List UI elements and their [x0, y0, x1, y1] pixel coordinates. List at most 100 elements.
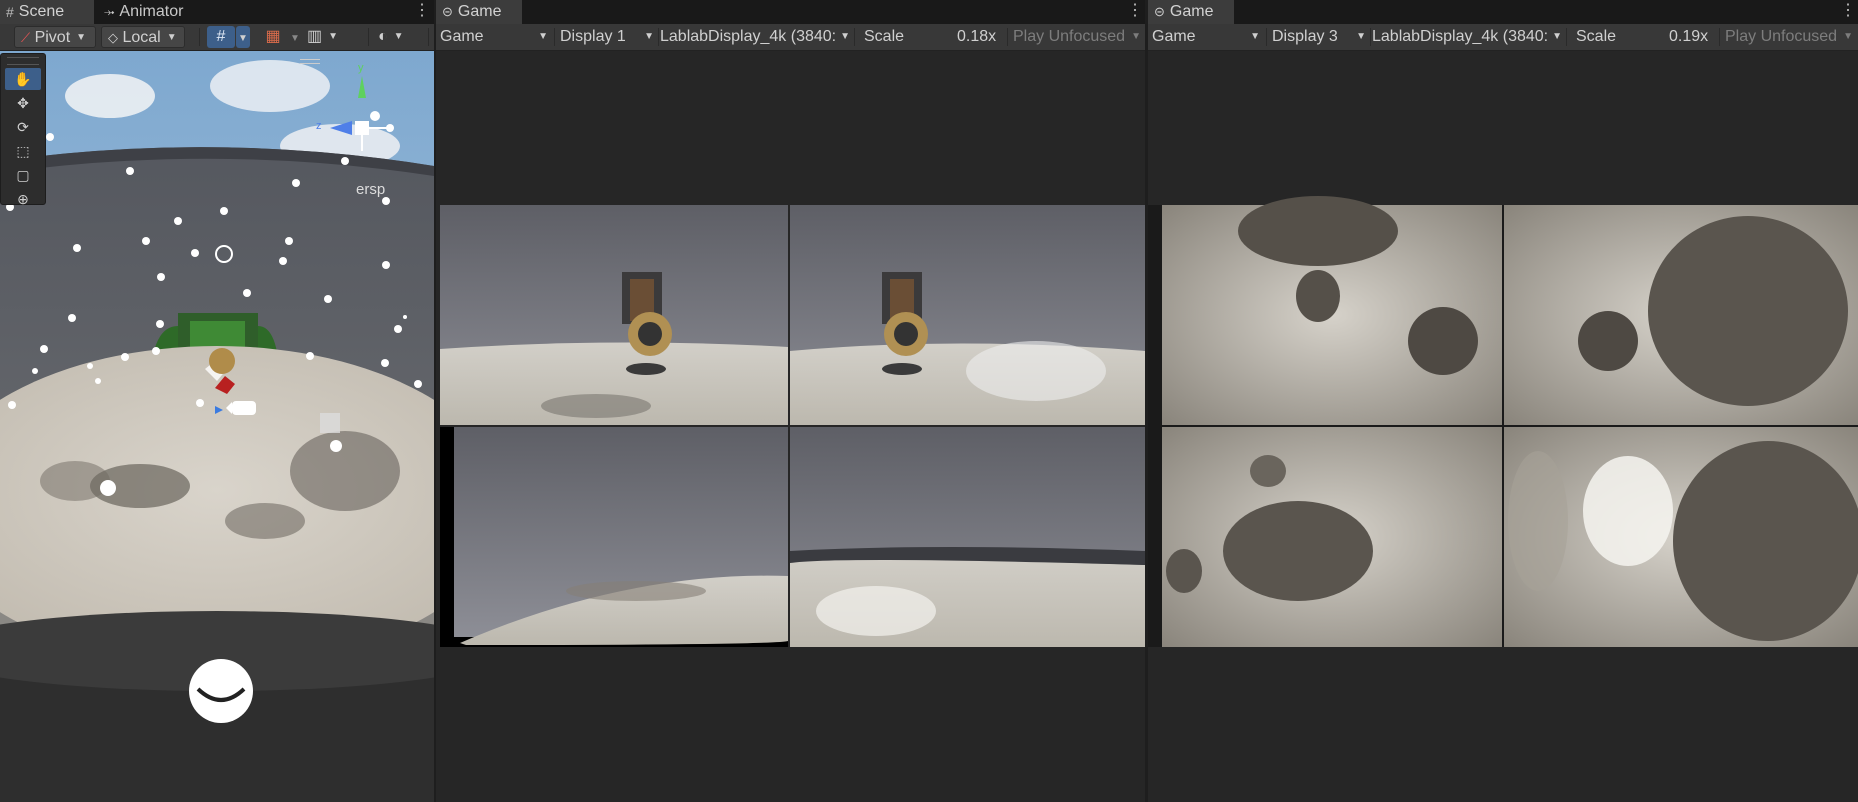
- tab-scene[interactable]: # Scene: [0, 0, 94, 24]
- ruler-icon: ▥: [307, 28, 323, 45]
- chevron-down-icon: ▼: [1356, 31, 1366, 42]
- game2-menu-kebab-icon[interactable]: ⋮: [1840, 0, 1856, 24]
- hash-grid-icon: #: [6, 4, 14, 20]
- chevron-down-icon: ▼: [840, 26, 850, 48]
- scale-icon: ⬚: [16, 143, 30, 159]
- chevron-down-icon: ▼: [538, 31, 548, 42]
- tab-animator-label: Animator: [119, 3, 184, 20]
- chevron-down-icon: ▼: [328, 31, 339, 42]
- tab-game-1-label: Game: [457, 3, 502, 20]
- toolbar-divider: [1266, 28, 1267, 46]
- scene-panel: # Scene ⤞ Animator ⋮ ⟋ Pivot ▼ ◇ Local ▼ #…: [0, 0, 434, 802]
- transform-tool-button[interactable]: ⊕: [5, 188, 41, 210]
- pivot-dropdown[interactable]: ⟋ Pivot ▼: [14, 26, 96, 48]
- move-tool-button[interactable]: ✥: [5, 92, 41, 114]
- scene-menu-kebab-icon[interactable]: ⋮: [414, 0, 430, 24]
- toolbar-divider: [428, 28, 429, 46]
- game2-toolbar: Game ▼ Display 3 ▼ LablabDisplay_4k (384…: [1148, 24, 1858, 66]
- pivot-label: Pivot: [34, 29, 71, 46]
- tab-game-2[interactable]: ⊝ Game: [1148, 0, 1234, 24]
- chevron-down-icon: ▼: [238, 33, 248, 44]
- game1-toolbar: Game ▼ Display 1 ▼ LablabDisplay_4k (384…: [436, 24, 1145, 66]
- toolbar-divider: [1566, 28, 1567, 46]
- chevron-down-icon: ▼: [1250, 31, 1260, 42]
- gizmo-y-label: y: [358, 62, 364, 74]
- projection-label[interactable]: ersp: [356, 181, 385, 198]
- animator-icon: ⤞: [104, 4, 115, 19]
- grid-icon: ▦: [265, 28, 281, 45]
- gizmo-handle-icon[interactable]: [300, 59, 320, 64]
- transform-gizmo-icon: ⊕: [17, 191, 29, 207]
- chevron-down-icon: ▼: [1843, 31, 1853, 42]
- game2-mode-label: Game: [1152, 28, 1196, 45]
- game-panel-2: ⊝ Game ⋮ Game ▼ Display 3 ▼ LablabDispla…: [1148, 0, 1858, 802]
- game1-mode-label: Game: [440, 28, 484, 45]
- game2-mode-dropdown[interactable]: Game ▼: [1152, 26, 1262, 48]
- cube-icon: ◇: [108, 30, 118, 45]
- toolbar-divider: [854, 28, 855, 46]
- chevron-down-icon: ▼: [166, 32, 177, 43]
- draw-mode-dropdown[interactable]: ◐ ▼: [378, 26, 422, 48]
- game1-resolution-dropdown[interactable]: LablabDisplay_4k (3840: ▼: [660, 26, 850, 48]
- toolbar-divider: [1370, 28, 1371, 46]
- game1-play-focus-label: Play Unfocused: [1013, 28, 1126, 45]
- rect-transform-icon: ▢: [16, 167, 30, 183]
- hand-icon: ✋: [14, 71, 32, 87]
- game2-resolution-label: LablabDisplay_4k (3840:: [1372, 28, 1549, 45]
- game2-tabbar: ⊝ Game ⋮: [1148, 0, 1858, 24]
- game1-scale-label: Scale: [864, 28, 905, 45]
- scene-viewport[interactable]: ✋ ✥ ⟳ ⬚ ▢ ⊕ y z ersp: [0, 51, 434, 802]
- grid-visibility-dropdown[interactable]: ▼: [288, 26, 302, 48]
- game1-display-label: Display 1: [560, 28, 626, 45]
- game1-mode-dropdown[interactable]: Game ▼: [440, 26, 550, 48]
- chevron-down-icon: ▼: [644, 31, 654, 42]
- orientation-gizmo-icon: [330, 76, 394, 151]
- gamepad-icon: ⊝: [442, 4, 453, 19]
- game2-resolution-dropdown[interactable]: LablabDisplay_4k (3840: ▼: [1372, 26, 1562, 48]
- increment-snap-button[interactable]: ▥ ▼: [307, 26, 351, 48]
- tab-game-1[interactable]: ⊝ Game: [436, 0, 522, 24]
- grid-visibility-button[interactable]: ▦: [259, 26, 287, 48]
- grid-snap-dropdown[interactable]: ▼: [236, 26, 250, 48]
- gizmo-z-label: z: [316, 120, 322, 132]
- game2-scale-value: 0.19x: [1669, 28, 1709, 45]
- game2-render: [1148, 196, 1858, 647]
- chevron-down-icon: ▼: [76, 32, 87, 43]
- toolbar-divider: [554, 28, 555, 46]
- game1-tabbar: ⊝ Game ⋮: [436, 0, 1145, 24]
- scale-tool-button[interactable]: ⬚: [5, 140, 41, 162]
- hand-tool-button[interactable]: ✋: [5, 68, 41, 90]
- palette-grip[interactable]: [7, 57, 39, 65]
- game1-menu-kebab-icon[interactable]: ⋮: [1127, 0, 1143, 24]
- rotate-icon: ⟳: [17, 119, 29, 135]
- game2-display-dropdown[interactable]: Display 3 ▼: [1272, 26, 1368, 48]
- local-dropdown[interactable]: ◇ Local ▼: [101, 26, 185, 48]
- pivot-icon: ⟋: [21, 30, 31, 45]
- tab-scene-label: Scene: [18, 3, 65, 20]
- rotate-tool-button[interactable]: ⟳: [5, 116, 41, 138]
- game1-play-focus-dropdown[interactable]: Play Unfocused ▼: [1013, 26, 1141, 48]
- toolbar-divider: [368, 28, 369, 46]
- toolbar-divider: [1007, 28, 1008, 46]
- scene-gizmo[interactable]: y z ersp: [300, 56, 410, 198]
- game1-display-dropdown[interactable]: Display 1 ▼: [560, 26, 656, 48]
- toolbar-divider: [199, 28, 200, 46]
- chevron-down-icon: ▼: [290, 33, 300, 44]
- tab-animator[interactable]: ⤞ Animator: [98, 0, 212, 24]
- toolbar-divider: [1719, 28, 1720, 46]
- rect-tool-button[interactable]: ▢: [5, 164, 41, 186]
- game-panel-1: ⊝ Game ⋮ Game ▼ Display 1 ▼ LablabDispla…: [436, 0, 1145, 802]
- scene-toolbar: ⟋ Pivot ▼ ◇ Local ▼ # ▼ ▦ ▼ ▥ ▼ ◐ ▼: [0, 24, 434, 51]
- shading-sphere-icon: ◐: [378, 28, 388, 45]
- game2-viewport[interactable]: [1148, 51, 1858, 802]
- game2-display-label: Display 3: [1272, 28, 1338, 45]
- game2-play-focus-label: Play Unfocused: [1725, 28, 1838, 45]
- toolbar-divider: [658, 28, 659, 46]
- game1-viewport[interactable]: [436, 51, 1145, 802]
- tab-game-2-label: Game: [1169, 3, 1214, 20]
- grid-snap-icon: #: [216, 28, 226, 45]
- move-arrows-icon: ✥: [17, 95, 29, 111]
- game2-scale-label: Scale: [1576, 28, 1617, 45]
- grid-snap-button[interactable]: #: [207, 26, 235, 48]
- game2-play-focus-dropdown[interactable]: Play Unfocused ▼: [1725, 26, 1853, 48]
